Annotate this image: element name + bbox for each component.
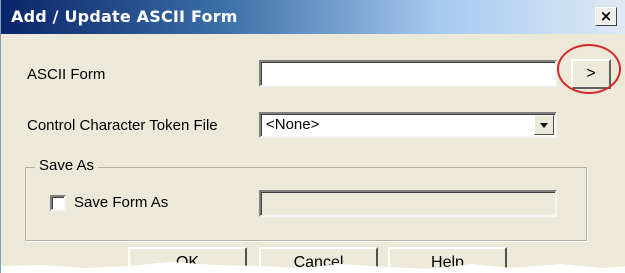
torn-edge xyxy=(1,262,625,273)
token-file-dropdown[interactable]: <None> xyxy=(259,112,557,138)
dropdown-arrow-button[interactable] xyxy=(534,115,554,135)
ascii-form-label: ASCII Form xyxy=(27,66,106,83)
ascii-form-input[interactable] xyxy=(259,60,557,87)
save-as-group-title: Save As xyxy=(35,157,99,174)
chevron-down-icon xyxy=(540,123,548,128)
save-form-as-checkbox[interactable] xyxy=(50,195,66,211)
token-file-label: Control Character Token File xyxy=(27,117,218,134)
save-form-as-label: Save Form As xyxy=(74,194,169,211)
title-bar: Add / Update ASCII Form × xyxy=(1,0,625,34)
close-button[interactable]: × xyxy=(595,7,617,26)
save-form-as-input[interactable] xyxy=(259,190,557,217)
dialog-title: Add / Update ASCII Form xyxy=(11,7,238,26)
token-file-selected-value: <None> xyxy=(266,116,320,133)
highlight-circle xyxy=(557,44,621,94)
ascii-form-dialog: Add / Update ASCII Form × ASCII Form > C… xyxy=(0,0,625,273)
